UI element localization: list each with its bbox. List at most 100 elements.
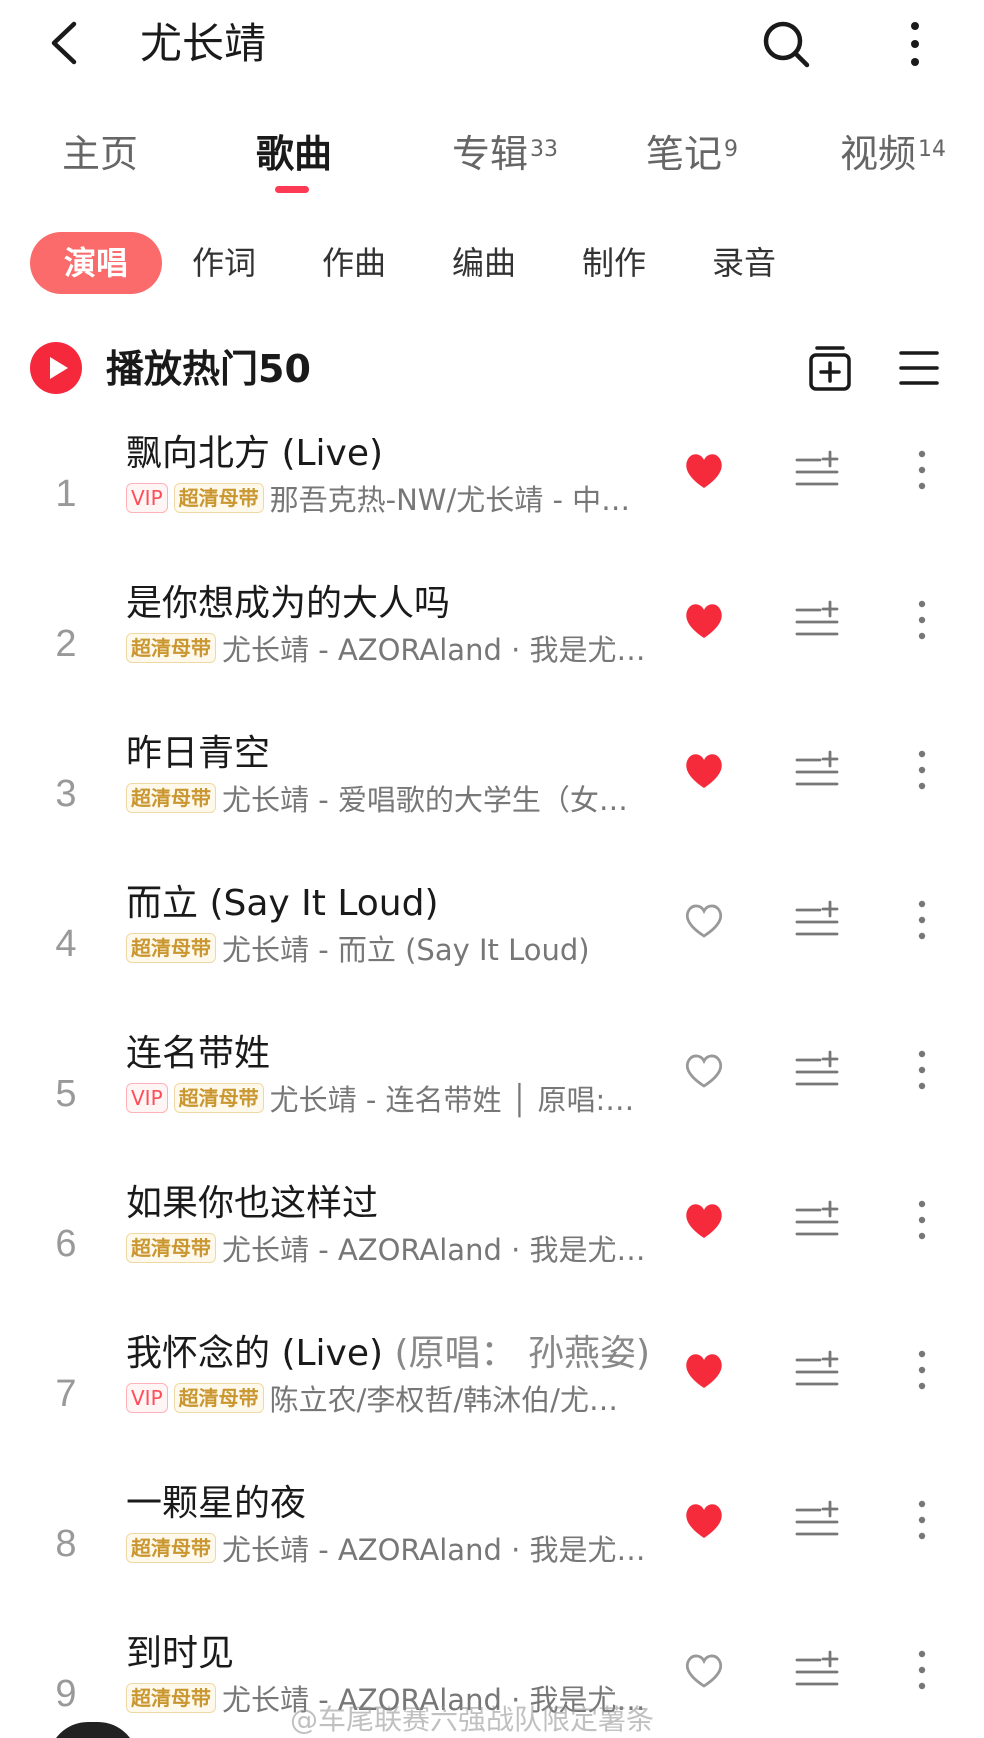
tab-videos-count: 14: [918, 137, 947, 162]
song-title: 如果你也这样过: [126, 1183, 379, 1224]
song-title-line: 如果你也这样过: [126, 1178, 378, 1230]
song-index: 5: [55, 1073, 77, 1115]
tab-songs[interactable]: 歌曲: [256, 124, 332, 184]
song-artist-album: 尤长靖 - 连名带姓 │ 原唱:…: [269, 1083, 635, 1117]
heart-outline-icon[interactable]: [682, 1650, 726, 1690]
song-title: 而立 (Say It Loud): [126, 883, 439, 924]
song-title: 飘向北方 (Live): [126, 433, 384, 474]
tab-albums[interactable]: 专辑33: [452, 124, 558, 184]
play-hot-label[interactable]: 播放热门50: [106, 340, 311, 398]
play-icon[interactable]: [30, 342, 82, 394]
add-to-queue-icon[interactable]: [794, 600, 840, 640]
song-index: 8: [55, 1523, 77, 1565]
chip-produce[interactable]: 制作: [582, 232, 646, 294]
song-title-line: 飘向北方 (Live): [126, 428, 383, 480]
song-row[interactable]: 2 是你想成为的大人吗 超清母带 尤长靖 - AZORAland · 我是尤…: [0, 570, 984, 720]
song-artist-album: 那吾克热-NW/尤长靖 - 中…: [269, 483, 631, 517]
song-index: 1: [55, 473, 77, 515]
add-to-queue-icon[interactable]: [794, 450, 840, 490]
song-artist-album: 尤长靖 - AZORAland · 我是尤…: [222, 1533, 646, 1567]
add-to-playlist-icon[interactable]: [808, 344, 852, 392]
master-quality-badge: 超清母带: [126, 1233, 216, 1263]
chip-record[interactable]: 录音: [712, 232, 776, 294]
heart-filled-icon[interactable]: [682, 600, 726, 640]
more-vertical-icon[interactable]: [916, 1648, 928, 1692]
add-to-queue-icon[interactable]: [794, 1050, 840, 1090]
chip-sing[interactable]: 演唱: [30, 232, 163, 294]
song-title: 到时见: [126, 1633, 235, 1674]
master-quality-badge: 超清母带: [126, 933, 216, 963]
master-quality-badge: 超清母带: [126, 1533, 216, 1563]
master-quality-badge: 超清母带: [126, 1683, 216, 1713]
song-row[interactable]: 1 飘向北方 (Live) VIP 超清母带 那吾克热-NW/尤长靖 - 中…: [0, 420, 984, 570]
tab-albums-count: 33: [530, 137, 559, 162]
more-vertical-icon[interactable]: [916, 1198, 928, 1242]
chip-lyrics[interactable]: 作词: [192, 232, 256, 294]
add-to-queue-icon[interactable]: [794, 1200, 840, 1240]
heart-filled-icon[interactable]: [682, 450, 726, 490]
page-title: 尤长靖: [140, 19, 267, 68]
more-vertical-icon[interactable]: [916, 1498, 928, 1542]
song-title-line: 一颗星的夜: [126, 1478, 306, 1530]
top-bar: 尤长靖: [0, 0, 984, 92]
tab-home[interactable]: 主页: [62, 124, 138, 184]
song-title-line: 昨日青空: [126, 728, 270, 780]
song-row[interactable]: 7 我怀念的 (Live) (原唱： 孙燕姿) VIP 超清母带 陈立农/李权哲…: [0, 1320, 984, 1470]
heart-outline-icon[interactable]: [682, 900, 726, 940]
song-index: 3: [55, 773, 77, 815]
more-vertical-icon[interactable]: [916, 1048, 928, 1092]
song-meta: 超清母带 尤长靖 - AZORAland · 我是尤…: [126, 1226, 646, 1270]
heart-outline-icon[interactable]: [682, 1050, 726, 1090]
song-title: 是你想成为的大人吗: [126, 583, 451, 624]
more-vertical-icon[interactable]: [916, 748, 928, 792]
song-index: 6: [55, 1223, 77, 1265]
more-vertical-icon[interactable]: [916, 898, 928, 942]
song-title: 我怀念的 (Live): [126, 1333, 384, 1374]
song-meta: 超清母带 尤长靖 - 爱唱歌的大学生（女…: [126, 776, 646, 820]
heart-filled-icon[interactable]: [682, 1350, 726, 1390]
more-vertical-icon[interactable]: [916, 448, 928, 492]
tab-videos[interactable]: 视频14: [840, 124, 946, 184]
vip-badge: VIP: [126, 1083, 168, 1113]
chip-arrange[interactable]: 编曲: [452, 232, 516, 294]
add-to-queue-icon[interactable]: [794, 1500, 840, 1540]
vip-badge: VIP: [126, 483, 168, 513]
tab-notes-count: 9: [724, 137, 739, 162]
master-quality-badge: 超清母带: [126, 783, 216, 813]
role-filter: 演唱 作词 作曲 编曲 制作 录音: [0, 232, 984, 294]
song-title-line: 而立 (Say It Loud): [126, 878, 439, 930]
vip-badge: VIP: [126, 1383, 168, 1413]
master-quality-badge: 超清母带: [173, 1083, 264, 1113]
song-row[interactable]: 5 连名带姓 VIP 超清母带 尤长靖 - 连名带姓 │ 原唱:…: [0, 1020, 984, 1170]
more-vertical-icon[interactable]: [916, 598, 928, 642]
song-title: 昨日青空: [126, 733, 271, 774]
chip-compose[interactable]: 作曲: [322, 232, 386, 294]
song-index: 7: [55, 1373, 77, 1415]
song-index: 4: [55, 923, 77, 965]
play-all-bar[interactable]: 播放热门50: [0, 340, 984, 400]
song-row[interactable]: 3 昨日青空 超清母带 尤长靖 - 爱唱歌的大学生（女…: [0, 720, 984, 870]
tab-notes[interactable]: 笔记9: [646, 124, 738, 184]
song-meta: VIP 超清母带 尤长靖 - 连名带姓 │ 原唱:…: [126, 1076, 646, 1120]
song-meta: VIP 超清母带 陈立农/李权哲/韩沐伯/尤…: [126, 1376, 646, 1420]
add-to-queue-icon[interactable]: [794, 1350, 840, 1390]
song-row[interactable]: 4 而立 (Say It Loud) 超清母带 尤长靖 - 而立 (Say It…: [0, 870, 984, 1020]
master-quality-badge: 超清母带: [173, 483, 264, 513]
song-original-singer: (原唱： 孙燕姿): [394, 1333, 651, 1374]
song-meta: 超清母带 尤长靖 - 而立 (Say It Loud): [126, 926, 646, 970]
song-row[interactable]: 6 如果你也这样过 超清母带 尤长靖 - AZORAland · 我是尤…: [0, 1170, 984, 1320]
multi-select-menu-icon[interactable]: [898, 348, 940, 388]
back-arrow-icon[interactable]: [44, 18, 84, 68]
more-vertical-icon[interactable]: [916, 1348, 928, 1392]
more-vertical-icon[interactable]: [900, 18, 930, 70]
song-artist-album: 尤长靖 - 爱唱歌的大学生（女…: [222, 783, 628, 817]
add-to-queue-icon[interactable]: [794, 1650, 840, 1690]
search-icon[interactable]: [760, 18, 812, 70]
watermark: @车尾联赛六强战队限定薯条: [290, 1703, 655, 1736]
add-to-queue-icon[interactable]: [794, 750, 840, 790]
heart-filled-icon[interactable]: [682, 750, 726, 790]
add-to-queue-icon[interactable]: [794, 900, 840, 940]
heart-filled-icon[interactable]: [682, 1500, 726, 1540]
song-row[interactable]: 8 一颗星的夜 超清母带 尤长靖 - AZORAland · 我是尤…: [0, 1470, 984, 1620]
heart-filled-icon[interactable]: [682, 1200, 726, 1240]
